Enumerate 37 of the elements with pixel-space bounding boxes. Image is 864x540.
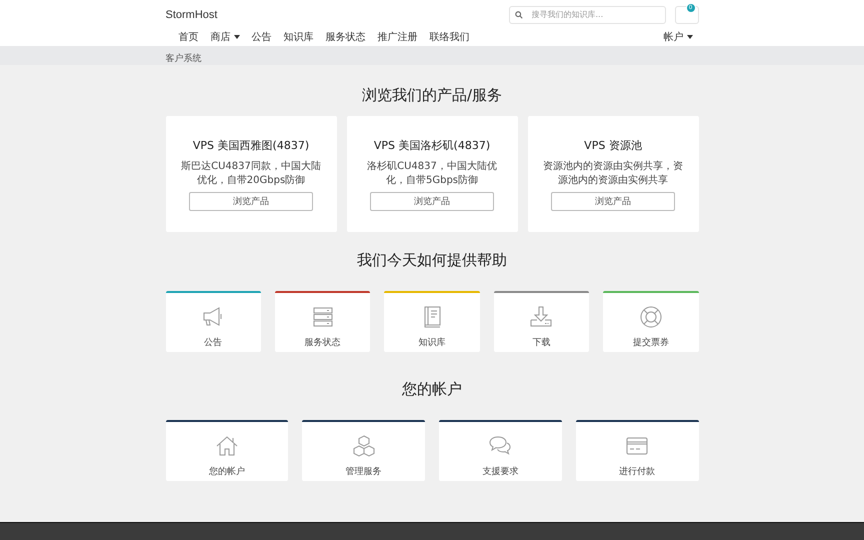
search-icon <box>514 10 522 18</box>
product-name: VPS 资源池 <box>584 138 642 153</box>
nav-link[interactable]: 商店 <box>204 30 246 44</box>
nav-link[interactable]: 推广注册 <box>372 30 424 44</box>
account-tile[interactable]: 支援要求 <box>439 420 562 481</box>
account-menu[interactable]: 帐户 <box>658 30 698 44</box>
account-tile[interactable]: 进行付款 <box>576 420 698 481</box>
help-tile[interactable]: 服务状态 <box>274 291 370 352</box>
caret-icon <box>686 35 692 39</box>
product-description: 资源池内的资源由实例共享，资源池内的资源由实例共享 <box>542 160 684 188</box>
nav-link[interactable]: 服务状态 <box>320 30 372 44</box>
section-title: 您的帐户 <box>401 380 463 399</box>
nav-link[interactable]: 公告 <box>246 30 278 44</box>
help-tile[interactable]: 知识库 <box>384 291 480 352</box>
product-name: VPS 美国洛杉矶(4837) <box>374 138 490 153</box>
brand-logo[interactable]: StormHost <box>166 8 508 20</box>
help-tile[interactable]: 下载 <box>494 291 590 352</box>
caret-icon <box>234 35 240 39</box>
account-tile[interactable]: 管理服务 <box>302 420 425 481</box>
section-title: 浏览我们的产品/服务 <box>360 86 504 105</box>
search-field[interactable]: 搜寻我们的知识库... <box>508 6 666 24</box>
browse-button[interactable]: 浏览产品 <box>370 192 494 211</box>
section-title: 我们今天如何提供帮助 <box>356 251 508 270</box>
nav-link[interactable]: 知识库 <box>278 30 320 44</box>
breadcrumb[interactable]: 客户系统 <box>166 54 202 64</box>
help-tile[interactable]: 提交票券 <box>603 291 699 352</box>
cubes-icon <box>350 433 377 459</box>
account-tile[interactable]: 您的帐户 <box>166 420 288 481</box>
nav-link[interactable]: 联络我们 <box>424 30 476 44</box>
browse-button[interactable]: 浏览产品 <box>551 192 675 211</box>
nav-link[interactable]: 首页 <box>172 30 204 44</box>
product-name: VPS 美国西雅图(4837) <box>192 138 310 153</box>
product-description: 洛杉矶CU4837，中国大陆优化，自带5Gbps防御 <box>366 160 498 188</box>
lifebuoy-icon <box>638 304 664 330</box>
help-tile[interactable]: 公告 <box>166 291 261 352</box>
browse-button[interactable]: 浏览产品 <box>189 192 313 211</box>
product-description: 斯巴达CU4837同款，中国大陆优化，自带20Gbps防御 <box>180 160 322 188</box>
